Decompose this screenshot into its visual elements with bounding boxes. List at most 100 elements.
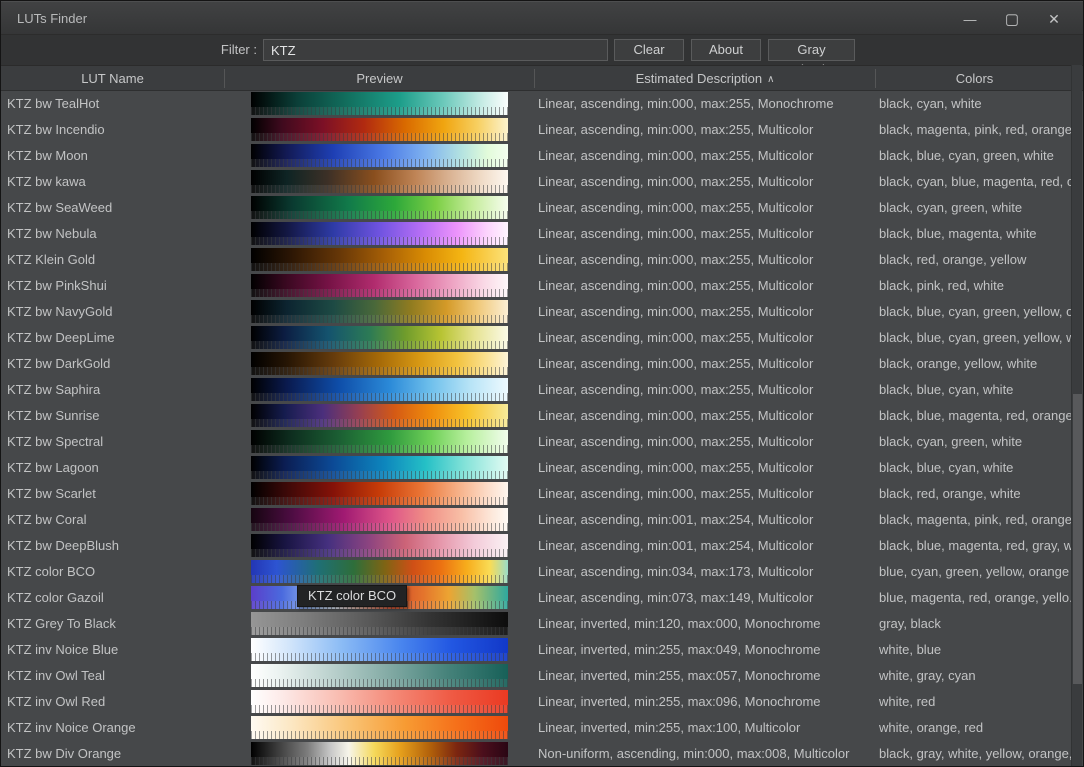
minimize-icon: —	[964, 12, 977, 27]
lut-preview-steps	[251, 263, 508, 271]
table-body: KTZ bw TealHot Linear, ascending, min:00…	[1, 91, 1083, 767]
lut-name: KTZ bw Saphira	[7, 377, 221, 403]
lut-colors: black, cyan, blue, magenta, red, or...	[879, 169, 1073, 195]
lut-colors: black, red, orange, white	[879, 481, 1073, 507]
table-row[interactable]: KTZ color Gazoil Linear, ascending, min:…	[1, 585, 1083, 611]
table-row[interactable]: KTZ color BCO Linear, ascending, min:034…	[1, 559, 1083, 585]
table-row[interactable]: KTZ bw DeepBlush Linear, ascending, min:…	[1, 533, 1083, 559]
lut-description: Linear, ascending, min:073, max:149, Mul…	[538, 585, 868, 611]
lut-colors: black, pink, red, white	[879, 273, 1073, 299]
lut-description: Linear, ascending, min:001, max:254, Mul…	[538, 507, 868, 533]
lut-description: Linear, inverted, min:255, max:049, Mono…	[538, 637, 868, 663]
lut-preview	[251, 534, 508, 557]
lut-name: KTZ bw DeepLime	[7, 325, 221, 351]
lut-preview	[251, 378, 508, 401]
vertical-scrollbar[interactable]	[1071, 65, 1082, 767]
column-header-lut-name[interactable]: LUT Name	[1, 66, 224, 91]
lut-description: Linear, ascending, min:034, max:173, Mul…	[538, 559, 868, 585]
lut-preview	[251, 170, 508, 193]
lut-name: KTZ inv Owl Red	[7, 689, 221, 715]
lut-colors: black, blue, cyan, green, white	[879, 143, 1073, 169]
window-title: LUTs Finder	[17, 2, 87, 35]
table-row[interactable]: KTZ bw Lagoon Linear, ascending, min:000…	[1, 455, 1083, 481]
filter-label: Filter :	[221, 35, 257, 64]
table-row[interactable]: KTZ bw Incendio Linear, ascending, min:0…	[1, 117, 1083, 143]
lut-description: Linear, ascending, min:000, max:255, Mul…	[538, 247, 868, 273]
table-row[interactable]: KTZ bw kawa Linear, ascending, min:000, …	[1, 169, 1083, 195]
lut-description: Linear, ascending, min:000, max:255, Mul…	[538, 403, 868, 429]
lut-description: Linear, ascending, min:000, max:255, Mul…	[538, 351, 868, 377]
minimize-button[interactable]: —	[949, 4, 991, 34]
table-row[interactable]: KTZ bw Sunrise Linear, ascending, min:00…	[1, 403, 1083, 429]
table-row[interactable]: KTZ bw Div Orange Non-uniform, ascending…	[1, 741, 1083, 767]
lut-description: Linear, ascending, min:000, max:255, Mon…	[538, 91, 868, 117]
table-row[interactable]: KTZ inv Noice Blue Linear, inverted, min…	[1, 637, 1083, 663]
table-row[interactable]: KTZ inv Owl Red Linear, inverted, min:25…	[1, 689, 1083, 715]
table-row[interactable]: KTZ bw NavyGold Linear, ascending, min:0…	[1, 299, 1083, 325]
lut-colors: white, blue	[879, 637, 1073, 663]
table-row[interactable]: KTZ inv Owl Teal Linear, inverted, min:2…	[1, 663, 1083, 689]
gray-check-button[interactable]: Gray check	[768, 39, 855, 61]
lut-colors: black, blue, cyan, white	[879, 377, 1073, 403]
table-row[interactable]: KTZ inv Noice Orange Linear, inverted, m…	[1, 715, 1083, 741]
title-bar: LUTs Finder — ▢ ✕	[1, 1, 1083, 35]
column-header-description[interactable]: Estimated Description∧	[535, 66, 875, 91]
scrollbar-thumb[interactable]	[1073, 394, 1082, 684]
lut-preview-steps	[251, 211, 508, 219]
about-button[interactable]: About	[691, 39, 761, 61]
close-icon: ✕	[1048, 11, 1060, 28]
lut-name: KTZ bw DarkGold	[7, 351, 221, 377]
table-row[interactable]: KTZ bw DeepLime Linear, ascending, min:0…	[1, 325, 1083, 351]
lut-preview	[251, 326, 508, 349]
lut-preview-steps	[251, 289, 508, 297]
lut-preview	[251, 352, 508, 375]
lut-colors: black, cyan, green, white	[879, 195, 1073, 221]
lut-preview-steps	[251, 445, 508, 453]
filter-input[interactable]	[263, 39, 608, 61]
table-row[interactable]: KTZ bw TealHot Linear, ascending, min:00…	[1, 91, 1083, 117]
clear-button[interactable]: Clear	[614, 39, 684, 61]
filter-toolbar: Filter : Clear About Gray check	[1, 35, 1083, 65]
table-row[interactable]: KTZ bw Scarlet Linear, ascending, min:00…	[1, 481, 1083, 507]
table-row[interactable]: KTZ bw Coral Linear, ascending, min:001,…	[1, 507, 1083, 533]
window-controls: — ▢ ✕	[949, 2, 1075, 36]
close-button[interactable]: ✕	[1033, 4, 1075, 34]
lut-name: KTZ Klein Gold	[7, 247, 221, 273]
tooltip: KTZ color BCO	[297, 585, 407, 607]
header-divider	[875, 69, 876, 88]
lut-preview	[251, 482, 508, 505]
lut-preview	[251, 222, 508, 245]
table-row[interactable]: KTZ bw Nebula Linear, ascending, min:000…	[1, 221, 1083, 247]
table-row[interactable]: KTZ Grey To Black Linear, inverted, min:…	[1, 611, 1083, 637]
lut-preview-steps	[251, 705, 508, 713]
lut-description: Linear, ascending, min:000, max:255, Mul…	[538, 455, 868, 481]
maximize-button[interactable]: ▢	[991, 4, 1033, 34]
lut-preview-steps	[251, 497, 508, 505]
table-row[interactable]: KTZ Klein Gold Linear, ascending, min:00…	[1, 247, 1083, 273]
lut-name: KTZ inv Noice Orange	[7, 715, 221, 741]
lut-colors: black, gray, white, yellow, orange, ...	[879, 741, 1073, 767]
table-row[interactable]: KTZ bw Moon Linear, ascending, min:000, …	[1, 143, 1083, 169]
column-header-colors[interactable]: Colors	[876, 66, 1073, 91]
lut-name: KTZ color BCO	[7, 559, 221, 585]
lut-description: Linear, inverted, min:120, max:000, Mono…	[538, 611, 868, 637]
lut-name: KTZ Grey To Black	[7, 611, 221, 637]
table-row[interactable]: KTZ bw Spectral Linear, ascending, min:0…	[1, 429, 1083, 455]
lut-preview-steps	[251, 315, 508, 323]
lut-preview-steps	[251, 757, 508, 765]
lut-preview	[251, 508, 508, 531]
lut-preview-steps	[251, 393, 508, 401]
lut-name: KTZ bw Sunrise	[7, 403, 221, 429]
lut-preview	[251, 404, 508, 427]
table-row[interactable]: KTZ bw SeaWeed Linear, ascending, min:00…	[1, 195, 1083, 221]
table-row[interactable]: KTZ bw Saphira Linear, ascending, min:00…	[1, 377, 1083, 403]
lut-preview-steps	[251, 419, 508, 427]
header-divider	[224, 69, 225, 88]
lut-name: KTZ bw DeepBlush	[7, 533, 221, 559]
table-row[interactable]: KTZ bw DarkGold Linear, ascending, min:0…	[1, 351, 1083, 377]
table-row[interactable]: KTZ bw PinkShui Linear, ascending, min:0…	[1, 273, 1083, 299]
column-header-preview[interactable]: Preview	[225, 66, 534, 91]
lut-colors: black, blue, magenta, red, gray, w...	[879, 533, 1073, 559]
lut-name: KTZ bw NavyGold	[7, 299, 221, 325]
lut-preview-steps	[251, 237, 508, 245]
